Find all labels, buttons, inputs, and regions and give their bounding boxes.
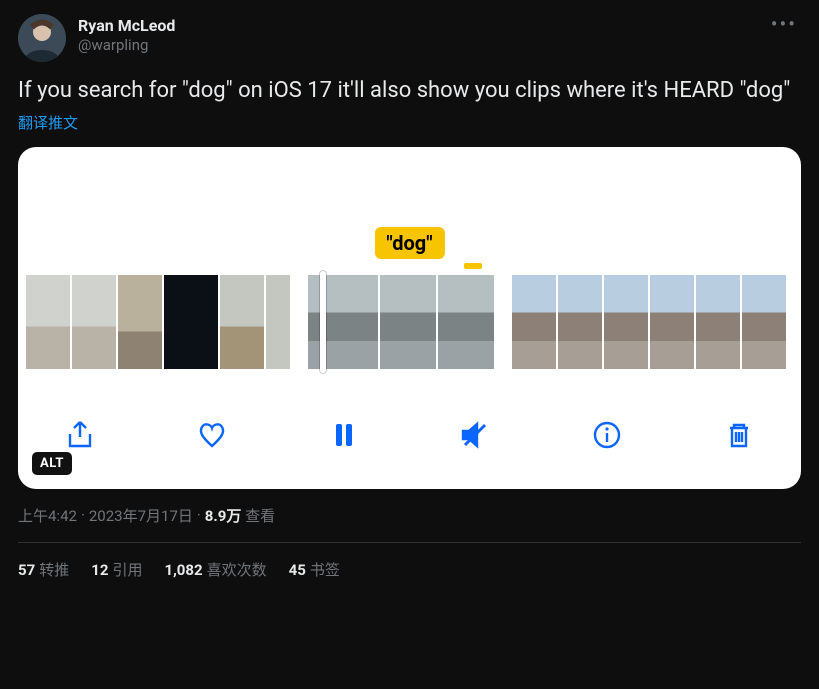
- tweet-header: Ryan McLeod @warpling: [18, 14, 801, 62]
- retweet-count[interactable]: 57转推: [18, 559, 69, 580]
- user-names: Ryan McLeod @warpling: [78, 16, 175, 55]
- clip-thumbnail-group[interactable]: [308, 275, 494, 369]
- media-toolbar: [18, 407, 801, 463]
- trash-icon[interactable]: [717, 413, 761, 457]
- like-count[interactable]: 1,082喜欢次数: [164, 559, 266, 580]
- avatar[interactable]: [18, 14, 66, 62]
- translate-link[interactable]: 翻译推文: [18, 112, 801, 133]
- clip-thumbnail-group[interactable]: [26, 275, 290, 369]
- display-name[interactable]: Ryan McLeod: [78, 16, 175, 36]
- tweet-date[interactable]: 2023年7月17日: [89, 505, 193, 526]
- mute-icon[interactable]: [453, 413, 497, 457]
- media-card[interactable]: "dog": [18, 147, 801, 489]
- tweet-text: If you search for "dog" on iOS 17 it'll …: [18, 76, 801, 106]
- clip-thumbnail-group[interactable]: [512, 275, 786, 369]
- view-count[interactable]: 8.9万 查看: [205, 505, 275, 526]
- user-handle[interactable]: @warpling: [78, 36, 175, 55]
- alt-badge[interactable]: ALT: [32, 452, 72, 475]
- more-icon[interactable]: •••: [771, 12, 797, 36]
- playhead[interactable]: [320, 271, 326, 373]
- tweet-time[interactable]: 上午4:42: [18, 505, 77, 526]
- bookmark-count[interactable]: 45书签: [289, 559, 340, 580]
- share-icon[interactable]: [58, 413, 102, 457]
- tweet-meta: 上午4:42 · 2023年7月17日 · 8.9万 查看: [18, 505, 801, 526]
- tweet-container: Ryan McLeod @warpling ••• If you search …: [0, 0, 819, 580]
- video-timeline[interactable]: [18, 275, 801, 369]
- pause-icon[interactable]: [322, 413, 366, 457]
- info-icon[interactable]: [585, 413, 629, 457]
- quote-count[interactable]: 12引用: [91, 559, 142, 580]
- search-tag-marker: [464, 263, 482, 269]
- tweet-stats: 57转推 12引用 1,082喜欢次数 45书签: [18, 543, 801, 580]
- search-tag-label: "dog": [374, 227, 444, 259]
- heart-icon[interactable]: [190, 413, 234, 457]
